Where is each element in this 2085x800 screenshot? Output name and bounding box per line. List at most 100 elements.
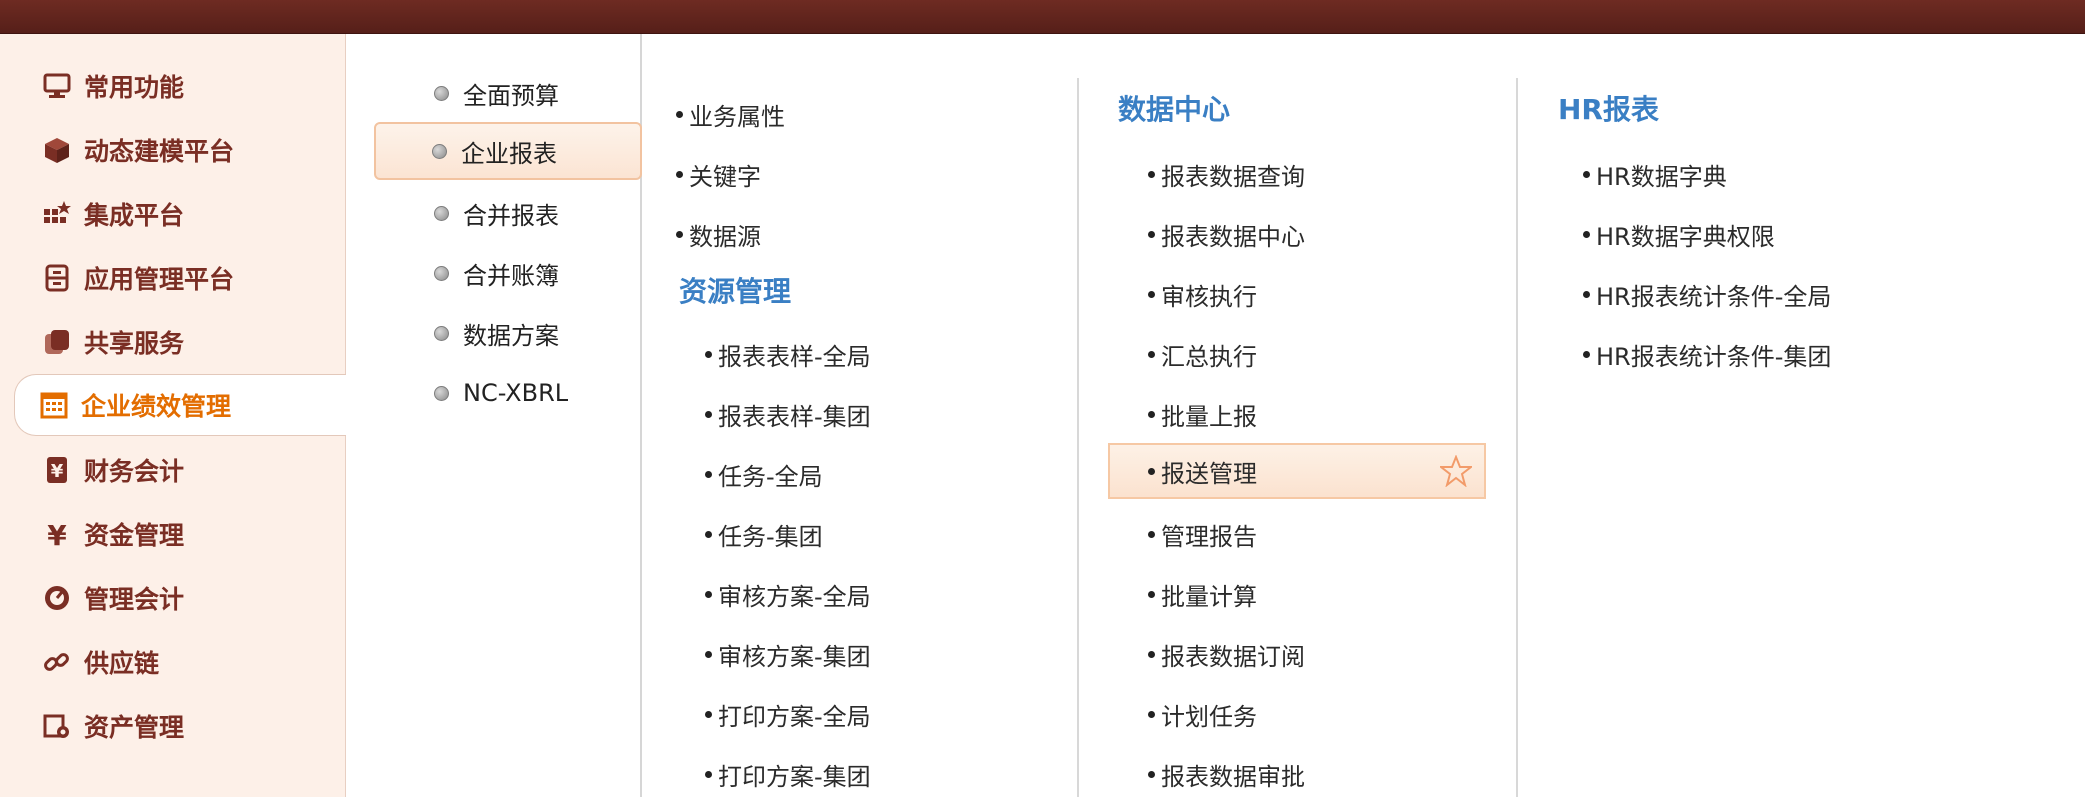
menu-item-label: 报表数据查询 [1161, 162, 1305, 191]
menu-item-label: 审核方案-集团 [718, 642, 871, 671]
category-item-nc-xbrl[interactable]: NC-XBRL [374, 364, 642, 422]
menu-item-label: 打印方案-集团 [718, 762, 871, 791]
menu-item[interactable]: 报表数据审批 [1148, 748, 1305, 800]
menu-item[interactable]: 审核执行 [1148, 268, 1257, 320]
menu-item-label: 汇总执行 [1161, 342, 1257, 371]
sidebar-item-shared-services[interactable]: 共享服务 [0, 310, 345, 374]
bullet-icon [1148, 770, 1155, 778]
bullet-icon [1148, 467, 1155, 475]
bullet-icon [1148, 530, 1155, 538]
menu-item[interactable]: 报表表样-全局 [705, 328, 871, 380]
menu-item[interactable]: 报表数据订阅 [1148, 628, 1305, 680]
sidebar-item-management-accounting[interactable]: 管理会计 [0, 566, 345, 630]
category-item-comprehensive-budget[interactable]: 全面预算 [374, 64, 642, 122]
sidebar-item-integration-platform[interactable]: 集成平台 [0, 182, 345, 246]
bullet-icon [1148, 350, 1155, 358]
menu-item-label: HR报表统计条件-集团 [1596, 342, 1832, 371]
menu-item[interactable]: HR数据字典 [1583, 148, 1727, 200]
sidebar-item-label: 财务会计 [84, 457, 185, 486]
menu-item-label: 任务-全局 [718, 462, 823, 491]
menu-item-label: HR报表统计条件-全局 [1596, 282, 1832, 311]
menu-item-label: 审核方案-全局 [718, 582, 871, 611]
menu-item-label: 报表数据中心 [1161, 222, 1305, 251]
menu-column-2: 数据中心 报表数据查询 报表数据中心 审核执行 汇总执行 批量上报 报送管理 管… [1108, 34, 1508, 797]
menu-item[interactable]: 计划任务 [1148, 688, 1257, 740]
bullet-icon [705, 650, 712, 658]
menu-item[interactable]: 打印方案-集团 [705, 748, 871, 800]
menu-item[interactable]: 汇总执行 [1148, 328, 1257, 380]
yen-icon: ¥ [42, 519, 72, 549]
yen-book-icon: ¥ [42, 455, 72, 485]
menu-item-label: 批量上报 [1161, 402, 1257, 431]
sidebar-item-common-functions[interactable]: 常用功能 [0, 54, 345, 118]
menu-item[interactable]: 任务-集团 [705, 508, 823, 560]
menu-item-label: 批量计算 [1161, 582, 1257, 611]
menu-item[interactable]: 批量上报 [1148, 388, 1257, 440]
link-icon [42, 647, 72, 677]
bullet-icon [1583, 170, 1590, 178]
sidebar-item-enterprise-performance[interactable]: 企业绩效管理 [14, 374, 346, 436]
sidebar-item-label: 资金管理 [84, 521, 185, 550]
menu-item-label: 业务属性 [689, 102, 785, 131]
menu-item[interactable]: HR数据字典权限 [1583, 208, 1775, 260]
menu-item-label: 打印方案-全局 [718, 702, 871, 731]
menu-item-label: 管理报告 [1161, 522, 1257, 551]
bullet-icon [705, 350, 712, 358]
menu-item[interactable]: 报表数据中心 [1148, 208, 1305, 260]
menu-item[interactable]: 审核方案-集团 [705, 628, 871, 680]
category-label: NC-XBRL [463, 379, 569, 407]
sidebar-item-label: 应用管理平台 [84, 265, 235, 294]
bullet-icon [705, 530, 712, 538]
sidebar-item-app-management[interactable]: 应用管理平台 [0, 246, 345, 310]
bullet-icon [1148, 710, 1155, 718]
sidebar-item-supply-chain[interactable]: 供应链 [0, 630, 345, 694]
radio-dot-icon [434, 385, 449, 401]
sidebar-item-financial-accounting[interactable]: ¥ 财务会计 [0, 438, 345, 502]
menu-item-label: 报送管理 [1161, 459, 1257, 488]
group-title-resource-management: 资源管理 [679, 275, 792, 308]
category-item-consolidated-reports[interactable]: 合并报表 [374, 184, 642, 242]
column-divider [1077, 78, 1079, 797]
menu-item-label: 报表表样-全局 [718, 342, 871, 371]
menu-item-label: 报表数据订阅 [1161, 642, 1305, 671]
menu-item[interactable]: HR报表统计条件-集团 [1583, 328, 1831, 380]
sidebar-item-dynamic-modeling[interactable]: 动态建模平台 [0, 118, 345, 182]
favorite-star-icon[interactable] [1438, 454, 1474, 488]
bullet-icon [705, 410, 712, 418]
cabinet-icon [42, 263, 72, 293]
category-item-data-scheme[interactable]: 数据方案 [374, 304, 642, 362]
bullet-icon [1148, 290, 1155, 298]
menu-item[interactable]: HR报表统计条件-全局 [1583, 268, 1831, 320]
grid-icon [42, 199, 72, 229]
sidebar-item-fund-management[interactable]: ¥ 资金管理 [0, 502, 345, 566]
menu-item[interactable]: 关键字 [676, 148, 761, 200]
svg-text:¥: ¥ [47, 520, 67, 548]
radio-dot-icon [434, 85, 449, 101]
group-title-data-center: 数据中心 [1118, 93, 1231, 126]
category-label: 数据方案 [463, 321, 559, 350]
sidebar-item-asset-management[interactable]: 资产管理 [0, 694, 345, 758]
menu-item[interactable]: 报表表样-集团 [705, 388, 871, 440]
menu-item[interactable]: 打印方案-全局 [705, 688, 871, 740]
menu-item[interactable]: 管理报告 [1148, 508, 1257, 560]
menu-item[interactable]: 数据源 [676, 208, 761, 260]
category-label: 全面预算 [463, 81, 559, 110]
menu-item[interactable]: 报表数据查询 [1148, 148, 1305, 200]
menu-item-submission-management[interactable]: 报送管理 [1108, 443, 1486, 499]
menu-item[interactable]: 任务-全局 [705, 448, 823, 500]
sidebar-item-label: 供应链 [84, 649, 160, 678]
menu-item[interactable]: 业务属性 [676, 88, 785, 140]
menu-item[interactable]: 批量计算 [1148, 568, 1257, 620]
monitor-icon [42, 71, 72, 101]
bullet-icon [1583, 290, 1590, 298]
bullet-icon [705, 770, 712, 778]
menu-item[interactable]: 审核方案-全局 [705, 568, 871, 620]
sidebar-item-label: 管理会计 [84, 585, 185, 614]
bullet-icon [705, 590, 712, 598]
bullet-icon [1583, 230, 1590, 238]
bullet-icon [676, 230, 683, 238]
category-item-enterprise-reports[interactable]: 企业报表 [374, 122, 642, 180]
calendar-icon [39, 390, 69, 420]
category-item-consolidated-ledger[interactable]: 合并账簿 [374, 244, 642, 302]
menu-column-3: HR报表 HR数据字典 HR数据字典权限 HR报表统计条件-全局 HR报表统计条… [1548, 34, 2048, 797]
